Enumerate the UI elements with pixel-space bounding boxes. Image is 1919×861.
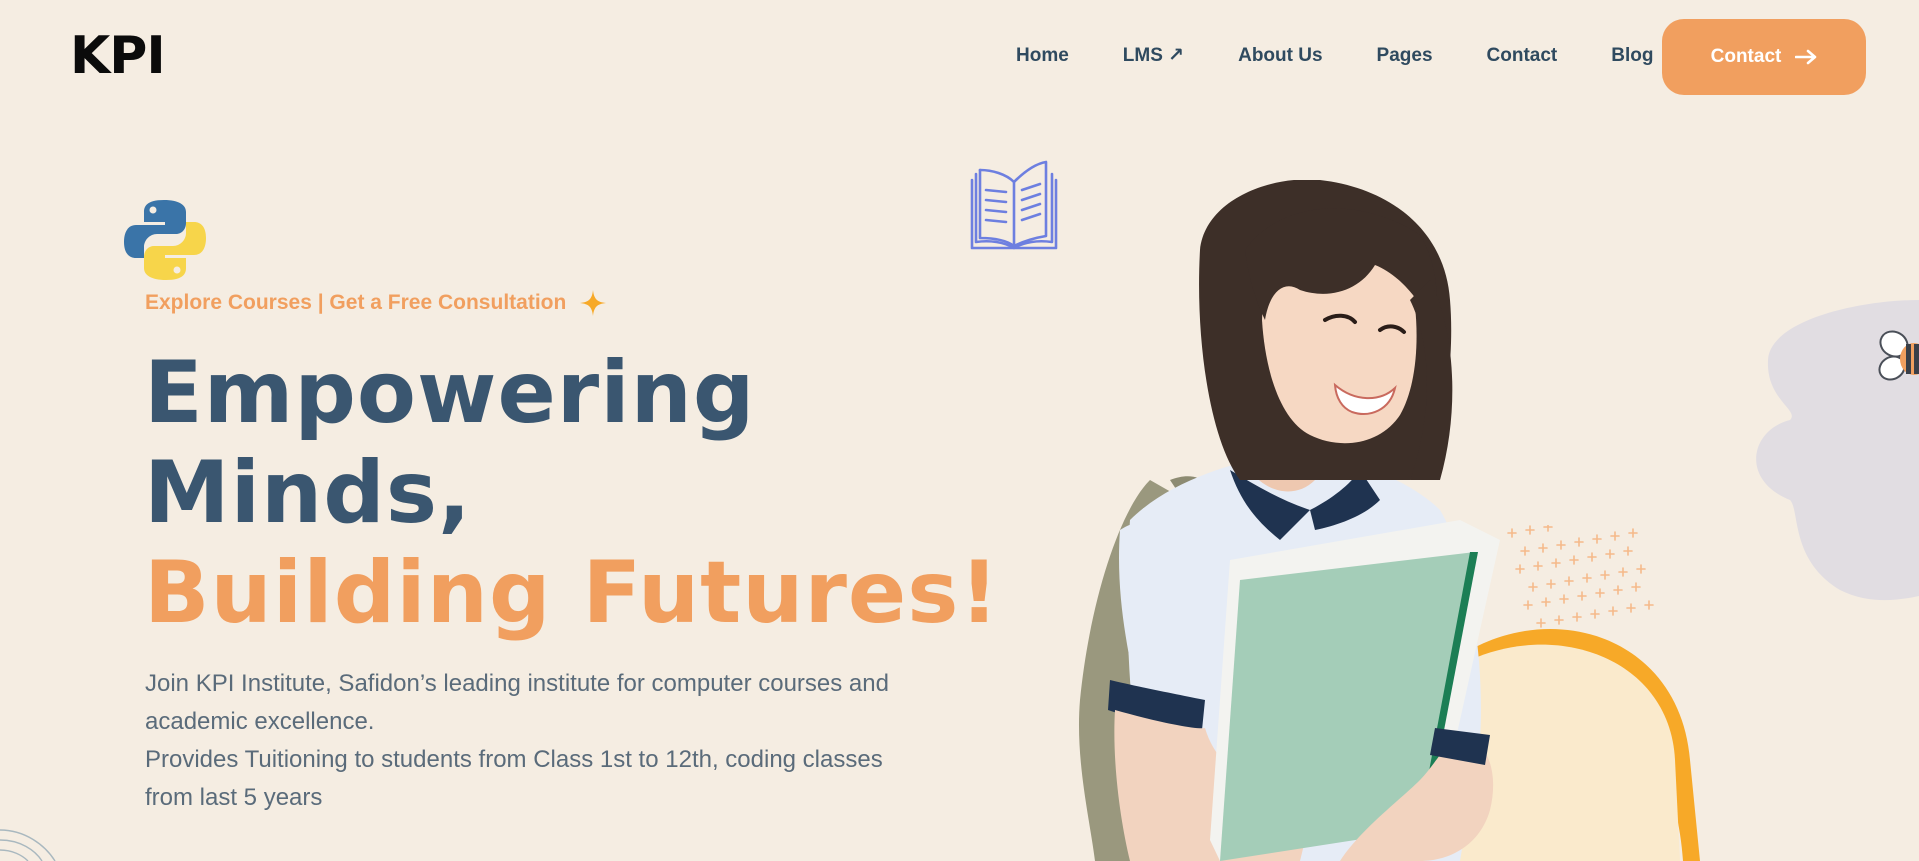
nav-lms[interactable]: LMS ↗ <box>1123 44 1184 68</box>
contact-button[interactable]: Contact <box>1662 19 1866 95</box>
contact-button-label: Contact <box>1710 46 1782 67</box>
headline-line-2: Minds, <box>144 443 472 543</box>
description-paragraph-1: Join KPI Institute, Safidon’s leading in… <box>145 670 889 735</box>
main-nav: Home LMS ↗ About Us Pages Contact Blog <box>1016 44 1653 68</box>
sparkle-icon <box>580 290 607 316</box>
page: KPI Home LMS ↗ About Us Pages Contact Bl… <box>0 0 1919 861</box>
student-photo <box>1078 180 1500 861</box>
python-logo-icon <box>124 200 206 280</box>
site-logo[interactable]: KPI <box>70 28 166 84</box>
nav-blog[interactable]: Blog <box>1611 44 1653 68</box>
nav-pages[interactable]: Pages <box>1377 44 1433 68</box>
arrow-right-icon <box>1795 49 1817 65</box>
description-paragraph-2: Provides Tuitioning to students from Cla… <box>145 746 883 811</box>
hero-description: Join KPI Institute, Safidon’s leading in… <box>145 665 905 817</box>
headline-line-1: Empowering <box>144 343 756 443</box>
nav-home[interactable]: Home <box>1016 44 1069 68</box>
bee-icon <box>1878 330 1919 381</box>
nav-about-us[interactable]: About Us <box>1238 44 1322 68</box>
plus-pattern-decoration <box>1507 525 1654 628</box>
hero-headline: Empowering Minds, Building Futures! <box>144 343 1000 643</box>
tagline[interactable]: Explore Courses | Get a Free Consultatio… <box>145 290 607 316</box>
nav-contact[interactable]: Contact <box>1487 44 1558 68</box>
headline-line-3: Building Futures! <box>144 543 1000 643</box>
tagline-text: Explore Courses | Get a Free Consultatio… <box>145 291 567 314</box>
